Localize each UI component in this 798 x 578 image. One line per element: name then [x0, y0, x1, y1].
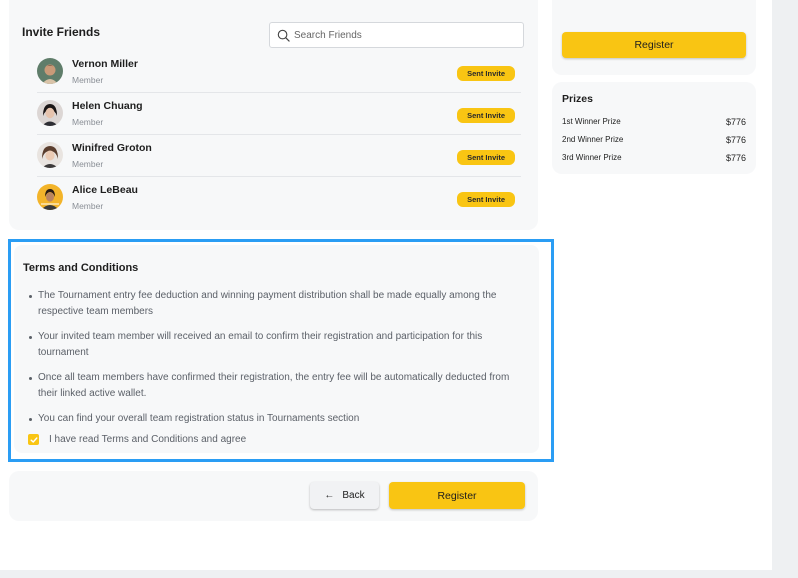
terms-item: The Tournament entry fee deduction and w… [26, 288, 526, 319]
friend-row: Helen Chuang Member Sent Invite [37, 93, 521, 135]
check-icon [30, 436, 37, 443]
terms-item: You can find your overall team registrat… [26, 411, 526, 427]
friend-name: Alice LeBeau [72, 184, 138, 196]
terms-highlight-frame: Terms and Conditions The Tournament entr… [8, 239, 554, 462]
avatar [37, 100, 63, 126]
sidebar-register-button[interactable]: Register [562, 32, 746, 58]
prize-label: 2nd Winner Prize [562, 135, 624, 144]
prize-label: 1st Winner Prize [562, 117, 621, 126]
action-card: ← Back Register [9, 471, 538, 521]
agree-checkbox[interactable] [28, 434, 39, 445]
invite-friends-title: Invite Friends [22, 25, 101, 39]
prizes-card: Prizes 1st Winner Prize $776 2nd Winner … [552, 82, 756, 174]
sent-invite-badge[interactable]: Sent Invite [457, 150, 515, 165]
search-icon [277, 29, 290, 42]
back-button[interactable]: ← Back [310, 482, 379, 509]
back-button-label: Back [342, 490, 365, 501]
sidebar-register-card: Register [552, 0, 756, 75]
friend-row: Vernon Miller Member Sent Invite [37, 51, 521, 93]
register-button[interactable]: Register [389, 482, 525, 509]
friend-role: Member [72, 201, 104, 211]
friend-role: Member [72, 75, 104, 85]
prize-amount: $776 [725, 153, 746, 163]
friend-name: Vernon Miller [72, 58, 138, 70]
sent-invite-badge[interactable]: Sent Invite [457, 108, 515, 123]
avatar [37, 184, 63, 210]
terms-item: Once all team members have confirmed the… [26, 370, 526, 401]
friend-row: Alice LeBeau Member Sent Invite [37, 177, 521, 219]
avatar [37, 58, 63, 84]
friend-name: Helen Chuang [72, 100, 143, 112]
prize-amount: $776 [725, 117, 746, 127]
search-friends-box[interactable] [269, 22, 524, 48]
sent-invite-badge[interactable]: Sent Invite [457, 66, 515, 81]
friend-role: Member [72, 159, 104, 169]
page-canvas: Invite Friends Vernon Miller Member Sent… [0, 0, 772, 570]
prize-amount: $776 [725, 135, 746, 145]
terms-item: Your invited team member will received a… [26, 329, 526, 360]
prize-row: 1st Winner Prize $776 [562, 117, 746, 127]
arrow-left-icon: ← [324, 490, 335, 501]
terms-card: Terms and Conditions The Tournament entr… [14, 245, 539, 453]
search-friends-input[interactable] [294, 29, 514, 41]
prizes-title: Prizes [562, 93, 593, 105]
friend-name: Winifred Groton [72, 142, 152, 154]
prize-row: 2nd Winner Prize $776 [562, 135, 746, 145]
friend-role: Member [72, 117, 104, 127]
prize-row: 3rd Winner Prize $776 [562, 153, 746, 163]
friend-row: Winifred Groton Member Sent Invite [37, 135, 521, 177]
terms-title: Terms and Conditions [23, 262, 139, 274]
invite-friends-card: Invite Friends Vernon Miller Member Sent… [9, 0, 538, 230]
agree-label: I have read Terms and Conditions and agr… [49, 434, 247, 445]
terms-list: The Tournament entry fee deduction and w… [26, 288, 526, 437]
sent-invite-badge[interactable]: Sent Invite [457, 192, 515, 207]
prize-label: 3rd Winner Prize [562, 153, 622, 162]
avatar [37, 142, 63, 168]
agree-row[interactable]: I have read Terms and Conditions and agr… [28, 434, 246, 445]
